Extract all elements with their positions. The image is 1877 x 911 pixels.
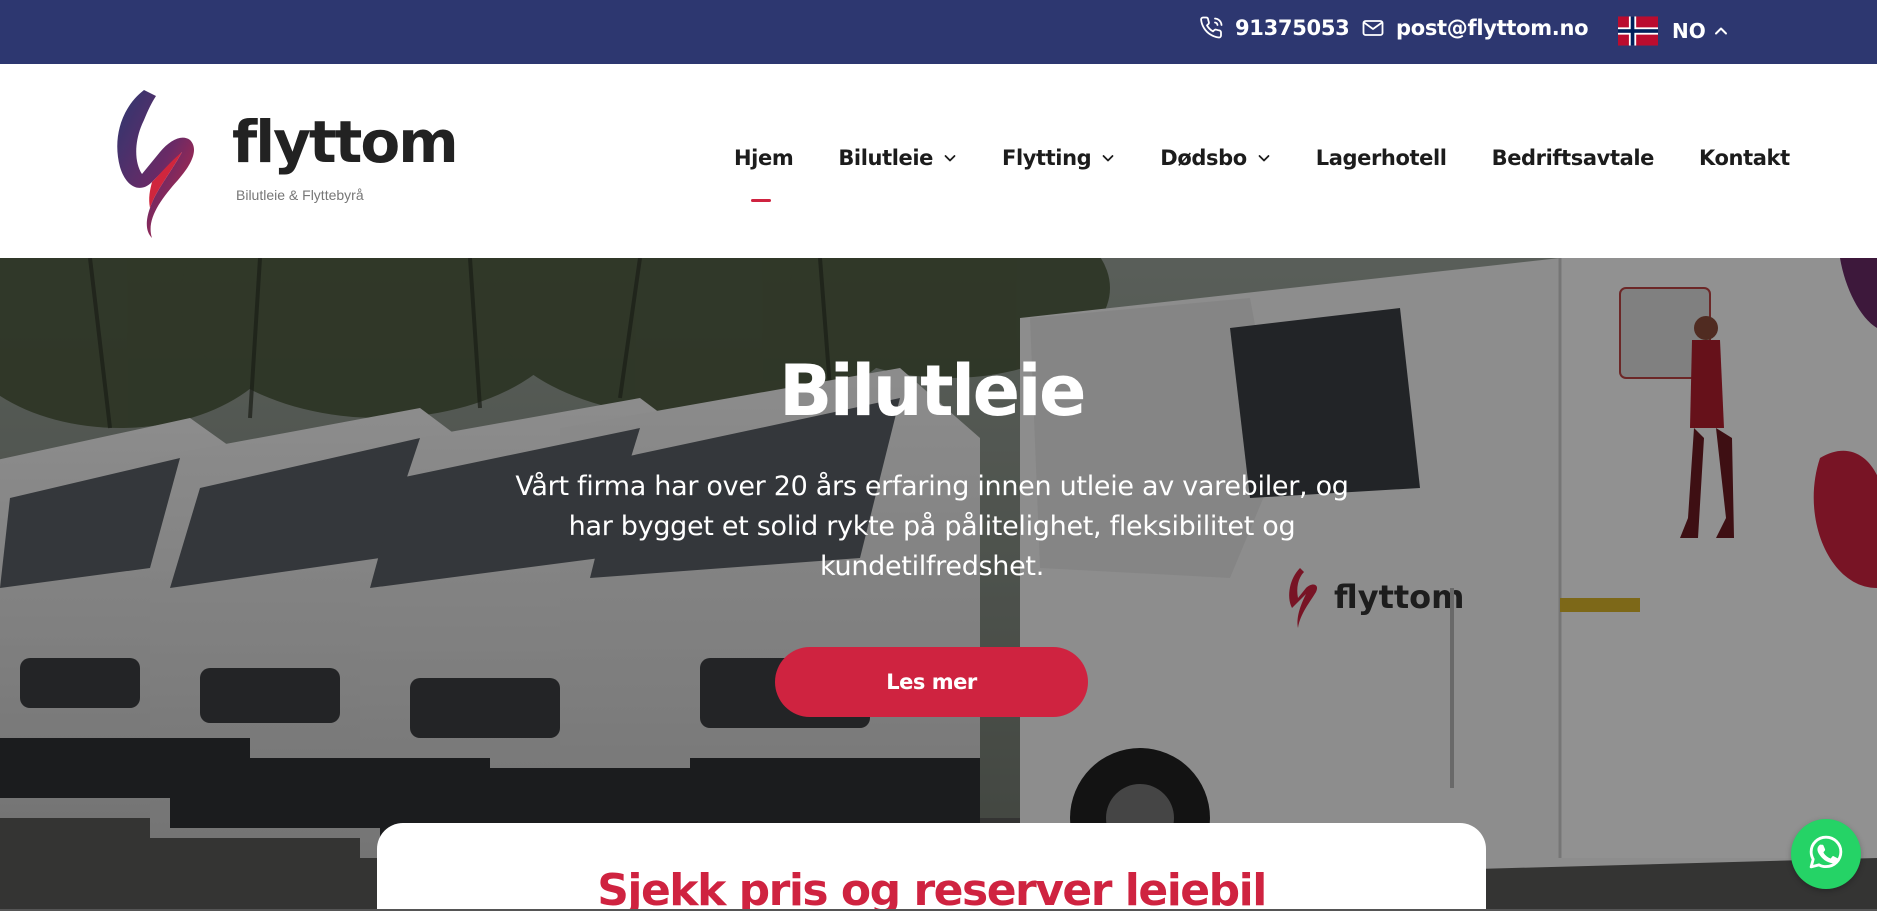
hero-title: Bilutleie xyxy=(778,350,1087,432)
nav-item-kontakt[interactable]: Kontakt xyxy=(1699,146,1790,170)
phone-icon xyxy=(1200,16,1224,40)
nav-item-lagerhotell[interactable]: Lagerhotell xyxy=(1316,146,1447,170)
hero-section: flyttom Bilutleie Vårt firma har over 20… xyxy=(0,258,1877,911)
nav-item-label: Flytting xyxy=(1002,146,1092,170)
read-more-button[interactable]: Les mer xyxy=(775,647,1088,717)
hero-description: Vårt firma har over 20 års erfaring inne… xyxy=(515,471,1349,582)
top-bar: 91375053 post@flyttom.no NO xyxy=(0,0,1877,64)
nav-item-label: Bedriftsavtale xyxy=(1491,146,1655,170)
phone-link[interactable]: 91375053 xyxy=(1200,16,1350,40)
nav-item-label: Lagerhotell xyxy=(1315,146,1447,170)
whatsapp-icon xyxy=(1807,833,1845,876)
main-nav: Hjem Bilutleie Flytting Dødsbo Lagerhote… xyxy=(734,146,1790,202)
nav-item-label: Bilutleie xyxy=(838,146,933,170)
language-code: NO xyxy=(1672,19,1706,43)
chevron-down-icon xyxy=(1101,151,1115,165)
email-address: post@flyttom.no xyxy=(1396,16,1589,40)
nav-item-hjem[interactable]: Hjem xyxy=(734,146,794,202)
envelope-icon xyxy=(1361,16,1385,40)
norway-flag-icon xyxy=(1618,16,1658,46)
chevron-down-icon xyxy=(1257,151,1271,165)
nav-item-label: Dødsbo xyxy=(1160,146,1247,170)
nav-item-label: Hjem xyxy=(734,146,794,170)
nav-item-dodsbo[interactable]: Dødsbo xyxy=(1160,146,1270,170)
chevron-up-icon xyxy=(1713,23,1729,39)
nav-item-bilutleie[interactable]: Bilutleie xyxy=(838,146,957,170)
logo-mark-icon xyxy=(117,90,194,238)
language-switcher[interactable]: NO xyxy=(1618,16,1729,46)
site-logo[interactable]: flyttom Bilutleie & Flyttebyrå xyxy=(112,82,459,242)
logo-tagline: Bilutleie & Flyttebyrå xyxy=(236,187,364,203)
nav-item-flytting[interactable]: Flytting xyxy=(1002,146,1115,170)
booking-card: Sjekk pris og reserver leiebil xyxy=(377,823,1486,911)
nav-item-label: Kontakt xyxy=(1699,146,1790,170)
nav-item-bedriftsavtale[interactable]: Bedriftsavtale xyxy=(1491,146,1655,170)
chevron-down-icon xyxy=(943,151,957,165)
phone-number: 91375053 xyxy=(1235,16,1350,40)
logo-wordmark: flyttom xyxy=(232,108,459,176)
email-link[interactable]: post@flyttom.no xyxy=(1361,16,1589,40)
booking-title: Sjekk pris og reserver leiebil xyxy=(597,865,1267,911)
whatsapp-button[interactable] xyxy=(1791,819,1861,889)
site-header: flyttom Bilutleie & Flyttebyrå Hjem Bilu… xyxy=(0,64,1877,258)
